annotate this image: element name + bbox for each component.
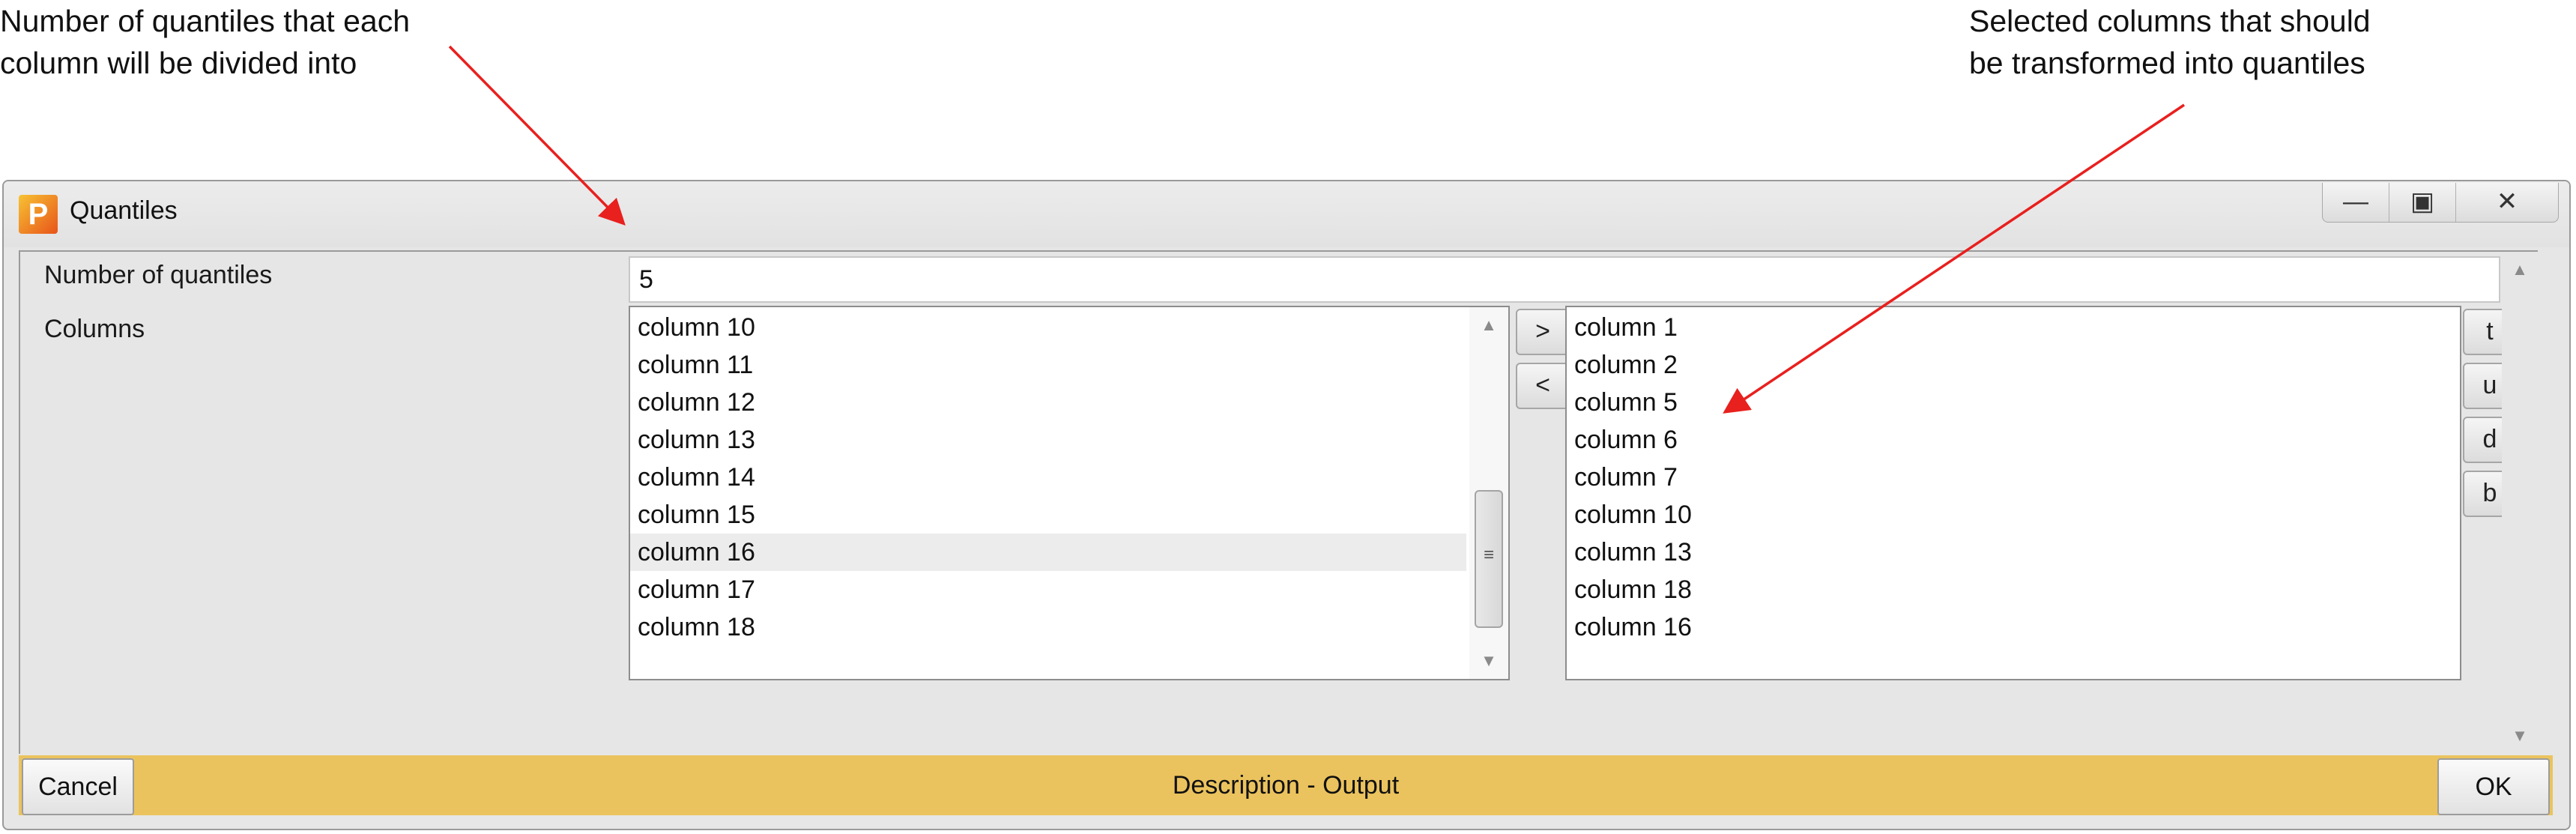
minimize-button[interactable]: — [2323, 183, 2389, 222]
list-item[interactable]: column 6 [1567, 421, 2460, 459]
list-item[interactable]: column 17 [630, 571, 1466, 608]
selected-columns-list[interactable]: column 1 column 2 column 5 column 6 column 7… [1565, 306, 2461, 680]
list-item[interactable]: column 7 [1567, 459, 2460, 496]
window-controls: — ▣ ✕ [2322, 183, 2559, 223]
add-column-button[interactable]: > [1516, 309, 1570, 355]
list-item[interactable]: column 13 [630, 421, 1466, 459]
scroll-up-icon[interactable]: ▲ [2502, 255, 2538, 285]
close-icon: ✕ [2496, 187, 2518, 216]
list-item[interactable]: column 16 [630, 534, 1466, 571]
quantiles-dialog: P Quantiles — ▣ ✕ Number of quantiles Co… [2, 180, 2571, 830]
available-columns-list[interactable]: column 10 column 11 column 12 column 13 colu… [629, 306, 1510, 680]
list-item[interactable]: column 11 [630, 346, 1466, 384]
grip-icon: ≡ [1483, 545, 1494, 565]
list-item[interactable]: column 13 [1567, 534, 2460, 571]
annotation-line: Number of quantiles that each [0, 4, 410, 38]
annotation-line: be transformed into quantiles [1969, 46, 2365, 80]
remove-column-button[interactable]: < [1516, 363, 1570, 409]
minimize-icon: — [2343, 187, 2368, 216]
maximize-button[interactable]: ▣ [2389, 183, 2455, 222]
ok-button[interactable]: OK [2437, 758, 2550, 815]
list-item[interactable]: column 15 [630, 496, 1466, 534]
app-icon: P [19, 195, 58, 234]
columns-label: Columns [44, 315, 145, 343]
form-panel: Number of quantiles Columns 5 column 10 c… [19, 250, 2538, 754]
available-list-scrollbar[interactable]: ▲ ≡ ▼ [1469, 307, 1508, 679]
close-button[interactable]: ✕ [2455, 183, 2558, 222]
list-item[interactable]: column 1 [1567, 309, 2460, 346]
panel-scrollbar[interactable]: ▲ ▼ [2502, 252, 2538, 754]
list-item[interactable]: column 14 [630, 459, 1466, 496]
list-item[interactable]: column 18 [630, 608, 1466, 646]
annotation-line: Selected columns that should [1969, 4, 2371, 38]
list-item[interactable]: column 18 [1567, 571, 2460, 608]
scroll-thumb[interactable]: ≡ [1475, 490, 1503, 628]
scroll-down-icon[interactable]: ▼ [2502, 721, 2538, 751]
list-item[interactable]: column 12 [630, 384, 1466, 421]
list-item[interactable]: column 10 [1567, 496, 2460, 534]
annotation-selected-columns: Selected columns that should be transfor… [1969, 0, 2371, 84]
title-bar[interactable]: P Quantiles — ▣ ✕ [4, 181, 2569, 247]
status-text: Description - Output [1172, 771, 1400, 800]
list-item[interactable]: column 2 [1567, 346, 2460, 384]
quantiles-label: Number of quantiles [44, 261, 273, 289]
annotation-quantiles: Number of quantiles that each column wil… [0, 0, 410, 84]
annotation-line: column will be divided into [0, 46, 357, 80]
list-item[interactable]: column 10 [630, 309, 1466, 346]
list-item[interactable]: column 5 [1567, 384, 2460, 421]
cancel-button[interactable]: Cancel [22, 758, 134, 815]
scroll-down-icon[interactable]: ▼ [1469, 646, 1508, 676]
bottom-bar: Description - Output Cancel OK [19, 755, 2553, 815]
list-item[interactable]: column 16 [1567, 608, 2460, 646]
maximize-icon: ▣ [2410, 187, 2435, 216]
window-title: Quantiles [70, 196, 178, 225]
scroll-up-icon[interactable]: ▲ [1469, 310, 1508, 340]
quantiles-input[interactable]: 5 [629, 256, 2500, 303]
